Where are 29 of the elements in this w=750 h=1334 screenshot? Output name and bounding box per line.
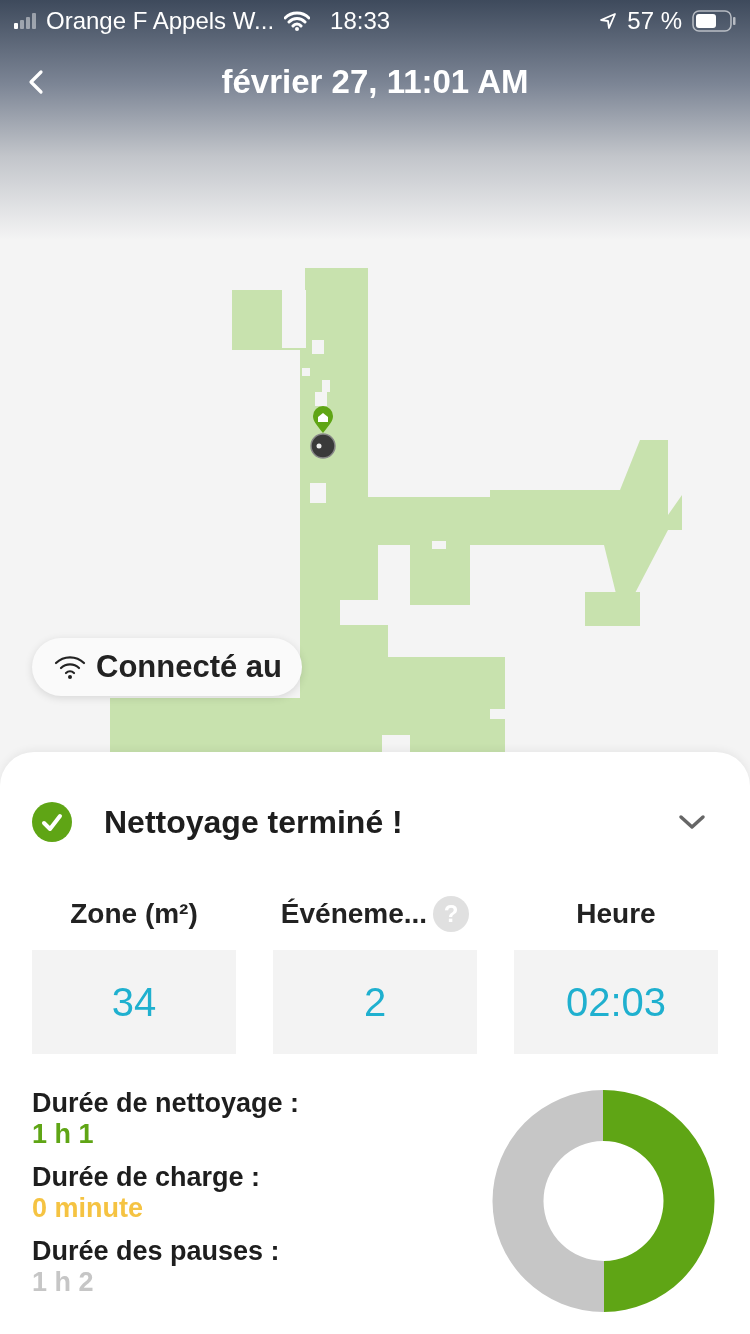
robot-icon xyxy=(310,433,336,459)
chevron-left-icon xyxy=(28,69,44,95)
stat-value: 02:03 xyxy=(514,950,718,1054)
duration-value: 1 h 2 xyxy=(32,1267,95,1298)
duration-label: Durée de nettoyage : xyxy=(32,1088,300,1119)
stat-label: Zone (m²) xyxy=(70,898,198,930)
duration-label: Durée des pauses : xyxy=(32,1236,281,1267)
connection-label: Connecté au xyxy=(96,649,283,685)
stat-value: 2 xyxy=(273,950,477,1054)
battery-percent: 57 % xyxy=(627,7,682,35)
clock-time: 18:33 xyxy=(330,7,391,35)
signal-icon xyxy=(14,13,36,29)
check-circle-icon xyxy=(32,802,72,842)
page-title: février 27, 11:01 AM xyxy=(220,63,530,101)
duration-value: 0 minute xyxy=(32,1193,145,1224)
duration-label: Durée de charge : xyxy=(32,1162,262,1193)
stat-label: Événeme... xyxy=(280,898,428,930)
stat-value: 34 xyxy=(32,950,236,1054)
status-title: Nettoyage terminé ! xyxy=(104,803,404,841)
chevron-down-icon xyxy=(678,814,706,830)
battery-icon xyxy=(692,10,736,32)
location-arrow-icon xyxy=(599,12,618,30)
home-pin-icon xyxy=(312,406,334,434)
stat-label: Heure xyxy=(576,898,656,930)
help-button[interactable]: ? xyxy=(433,896,470,932)
wifi-icon xyxy=(284,11,311,31)
wifi-icon xyxy=(54,654,86,680)
duration-value: 1 h 1 xyxy=(32,1119,95,1150)
carrier-name: Orange F Appels W... xyxy=(46,7,275,35)
